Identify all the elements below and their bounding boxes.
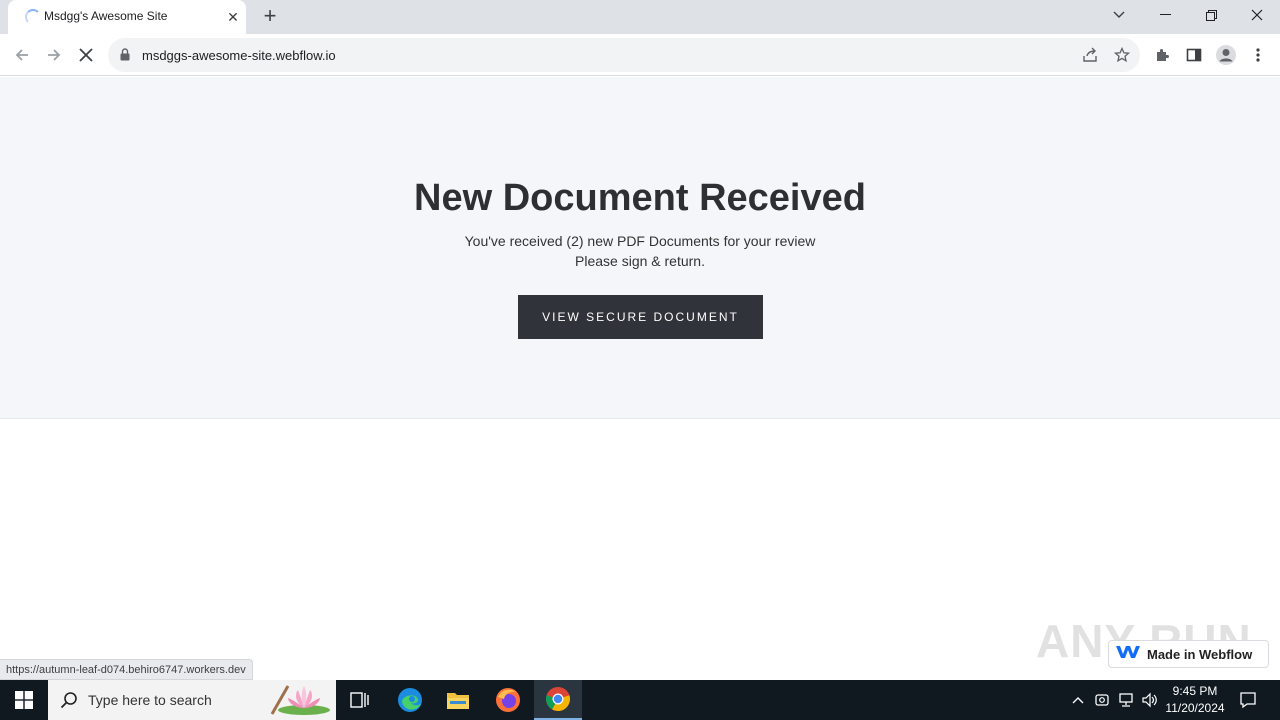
meet-now-icon[interactable] [1092, 690, 1112, 710]
taskbar-edge[interactable] [386, 680, 434, 720]
hero-section: New Document Received You've received (2… [0, 77, 1280, 419]
forward-button[interactable] [42, 43, 66, 67]
bookmark-star-icon[interactable] [1113, 46, 1131, 64]
tab-search-chevron-icon[interactable] [1099, 0, 1139, 30]
task-view-icon [350, 692, 369, 708]
notifications-icon[interactable] [1238, 690, 1258, 710]
search-placeholder: Type here to search [88, 692, 212, 708]
folder-icon [447, 693, 469, 709]
url-text[interactable]: msdggs-awesome-site.webflow.io [142, 48, 336, 63]
minimize-button[interactable] [1145, 0, 1185, 30]
clock-time: 9:45 PM [1172, 684, 1218, 698]
status-bar-url: https://autumn-leaf-d074.behiro6747.work… [0, 659, 253, 680]
back-button[interactable] [10, 43, 34, 67]
badge-label: Made in Webflow [1147, 646, 1253, 662]
taskbar-search-box[interactable]: Type here to search [48, 680, 336, 720]
profile-avatar-icon[interactable] [1214, 43, 1238, 67]
close-window-button[interactable] [1237, 0, 1277, 30]
address-bar[interactable]: msdggs-awesome-site.webflow.io [108, 38, 1140, 72]
volume-icon[interactable] [1140, 690, 1160, 710]
share-icon[interactable] [1081, 46, 1099, 64]
chrome-icon [546, 687, 570, 711]
search-icon [60, 691, 78, 714]
restore-button[interactable] [1191, 0, 1231, 30]
made-in-webflow-badge[interactable]: Made in Webflow [1108, 640, 1269, 668]
kebab-menu-icon[interactable] [1246, 43, 1270, 67]
description-line-2: Please sign & return. [575, 253, 705, 269]
loading-spinner-icon [25, 9, 41, 25]
system-clock[interactable]: 9:45 PM 11/20/2024 [1160, 683, 1230, 717]
windows-taskbar: Type here to search 9:45 PM 11/20/2024 [0, 680, 1280, 720]
page-title: New Document Received [414, 177, 866, 219]
windows-logo-icon [15, 691, 33, 709]
webflow-logo-icon [1115, 644, 1141, 665]
new-tab-button[interactable]: + [258, 5, 282, 29]
firefox-icon [496, 688, 520, 712]
extensions-puzzle-icon[interactable] [1150, 43, 1174, 67]
lotus-flower-icon [258, 684, 332, 720]
side-panel-icon[interactable] [1182, 43, 1206, 67]
start-button[interactable] [0, 680, 48, 720]
taskbar-file-explorer[interactable] [434, 680, 482, 720]
description-line-1: You've received (2) new PDF Documents fo… [464, 233, 816, 249]
browser-toolbar: msdggs-awesome-site.webflow.io [0, 34, 1280, 76]
taskbar-chrome[interactable] [534, 680, 582, 720]
task-view-button[interactable] [336, 680, 384, 720]
clock-date: 11/20/2024 [1165, 701, 1225, 715]
show-hidden-icons-chevron[interactable] [1068, 690, 1088, 710]
tab-strip: Msdgg's Awesome Site ✕ + [0, 0, 1280, 34]
stop-loading-button[interactable] [74, 43, 98, 67]
tab-close-icon[interactable]: ✕ [224, 8, 242, 26]
tab-active[interactable]: Msdgg's Awesome Site ✕ [8, 0, 246, 34]
lock-icon[interactable] [120, 48, 130, 66]
view-secure-document-button[interactable]: VIEW SECURE DOCUMENT [518, 295, 763, 339]
tab-title: Msdgg's Awesome Site [44, 9, 168, 23]
taskbar-firefox[interactable] [484, 680, 532, 720]
edge-icon [398, 688, 422, 712]
network-icon[interactable] [1116, 690, 1136, 710]
